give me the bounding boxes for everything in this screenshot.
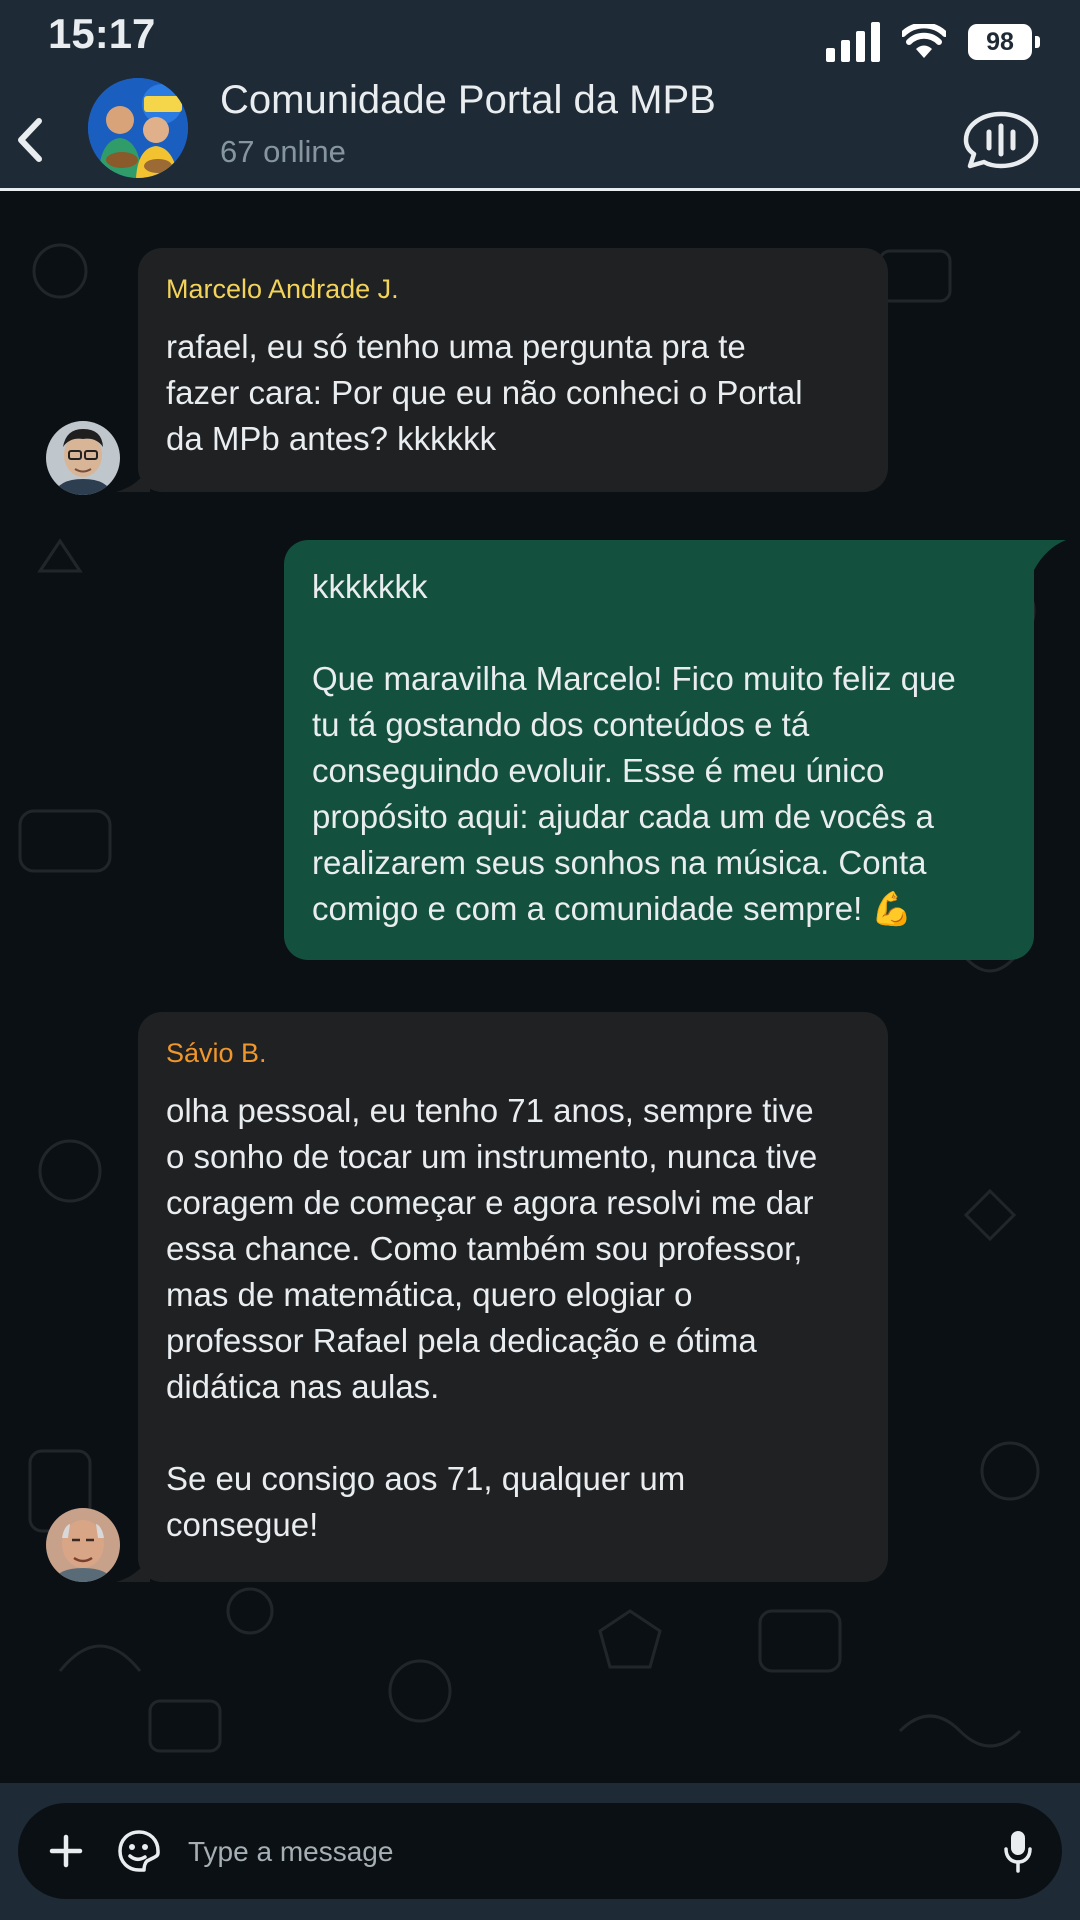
avatar-image xyxy=(46,1508,120,1582)
message-text: olha pessoal, eu tenho 71 anos, sempre t… xyxy=(166,1092,818,1543)
chat-screen: 15:17 98 Comunidade Portal da MPB 67 onl… xyxy=(0,0,1080,1920)
online-count: 67 online xyxy=(220,134,346,169)
message-sender: Marcelo Andrade J. xyxy=(166,274,399,304)
battery-tip xyxy=(1035,36,1040,48)
bubble-tail-incoming xyxy=(116,466,150,492)
microphone-icon xyxy=(1004,1831,1032,1873)
battery-indicator: 98 xyxy=(968,24,1040,60)
message-bubble-outgoing[interactable]: kkkkkkk Que maravilha Marcelo! Fico muit… xyxy=(284,540,1034,960)
message-input[interactable] xyxy=(186,1803,970,1901)
status-icons: 98 xyxy=(826,22,1040,62)
group-call-button[interactable] xyxy=(958,110,1044,170)
status-time: 15:17 xyxy=(48,10,156,57)
plus-icon xyxy=(49,1834,83,1868)
group-title[interactable]: Comunidade Portal da MPB xyxy=(220,78,716,123)
group-call-icon xyxy=(963,111,1039,169)
bubble-tail-incoming xyxy=(116,1556,150,1582)
cellular-signal-icon xyxy=(826,22,880,62)
message-bubble-incoming[interactable]: Sávio B. olha pessoal, eu tenho 71 anos,… xyxy=(138,1012,888,1582)
attach-button[interactable] xyxy=(40,1821,92,1881)
message-text: kkkkkkk Que maravilha Marcelo! Fico muit… xyxy=(312,568,956,927)
chevron-left-icon xyxy=(18,118,42,162)
group-avatar-image xyxy=(88,78,188,178)
back-button[interactable] xyxy=(8,112,52,168)
message-bubble-incoming[interactable]: Marcelo Andrade J. rafael, eu só tenho u… xyxy=(138,248,888,492)
message-sender: Sávio B. xyxy=(166,1038,267,1068)
sticker-button[interactable] xyxy=(112,1821,166,1881)
wifi-icon xyxy=(902,24,946,58)
battery-level: 98 xyxy=(968,24,1032,60)
avatar-marcelo[interactable] xyxy=(46,421,120,495)
avatar-image xyxy=(46,421,120,495)
chat-header: 15:17 98 Comunidade Portal da MPB 67 onl… xyxy=(0,0,1080,188)
message-text: rafael, eu só tenho uma pergunta pra te … xyxy=(166,328,803,457)
group-avatar[interactable] xyxy=(88,78,188,178)
avatar-savio[interactable] xyxy=(46,1508,120,1582)
voice-message-button[interactable] xyxy=(990,1821,1046,1881)
bubble-tail-outgoing xyxy=(1010,540,1066,570)
sticker-icon xyxy=(118,1830,160,1872)
